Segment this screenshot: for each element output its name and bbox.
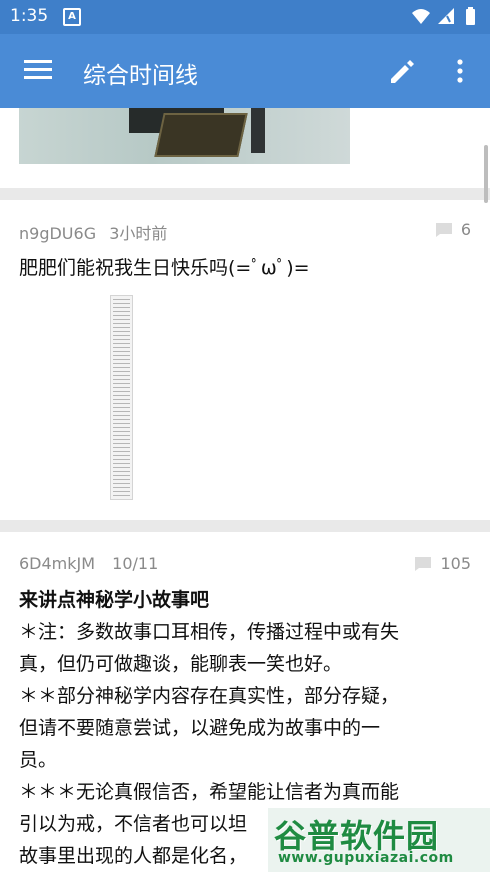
signal-icon (438, 8, 454, 24)
post-line: ＊＊部分神秘学内容存在真实性，部分存疑， (19, 685, 400, 707)
comment-icon (435, 222, 452, 237)
post-meta: n9gDU6G 3小时前 (19, 220, 167, 244)
status-time: 1:35 (10, 6, 49, 26)
post-title: 来讲点神秘学小故事吧 (19, 589, 210, 611)
post-time: 10/11 (112, 554, 159, 573)
edit-icon[interactable] (387, 55, 419, 87)
reply-count: 105 (414, 554, 471, 573)
reply-count-value: 105 (440, 554, 471, 573)
reply-count-value: 6 (460, 220, 471, 239)
divider (0, 188, 490, 200)
post-line: 员。 (19, 749, 58, 771)
reply-count: 6 (435, 220, 471, 239)
post-line: 但请不要随意尝试，以避免成为故事中的一 (19, 717, 381, 739)
divider (0, 520, 490, 532)
post-line: ＊注：多数故事口耳相传，传播过程中或有失 (19, 621, 400, 643)
status-bar: 1:35 A (0, 0, 490, 34)
wifi-icon (412, 9, 430, 24)
menu-icon[interactable] (24, 60, 52, 82)
status-icons (412, 7, 475, 25)
post-time: 3小时前 (109, 224, 168, 243)
notification-a-icon: A (63, 8, 81, 26)
post-line: ＊＊＊无论真假信否，希望能让信者为真而能 (19, 781, 400, 803)
timeline[interactable]: n9gDU6G 3小时前 6 肥肥们能祝我生日快乐吗(=ﾟωﾟ)= 6D4mkJ… (0, 108, 490, 872)
post-image-previous[interactable] (19, 108, 350, 164)
more-options-icon[interactable] (452, 55, 468, 87)
post-text: 肥肥们能祝我生日快乐吗(=ﾟωﾟ)= (19, 257, 310, 279)
post-image-document[interactable] (110, 295, 133, 500)
scrollbar[interactable] (484, 145, 488, 203)
comment-icon (415, 556, 432, 571)
post-line: 真，但仍可做趣谈，能聊表一笑也好。 (19, 653, 343, 675)
post-user-id[interactable]: n9gDU6G (19, 224, 96, 243)
post-meta: 6D4mkJM 10/11 (19, 554, 158, 573)
post-content[interactable]: 肥肥们能祝我生日快乐吗(=ﾟωﾟ)= (19, 252, 470, 284)
page-title: 综合时间线 (83, 63, 198, 89)
post-user-id[interactable]: 6D4mkJM (19, 554, 95, 573)
app-bar: 综合时间线 (0, 34, 490, 108)
battery-icon (466, 9, 475, 25)
watermark-url: www.gupuxiazai.com (278, 850, 454, 866)
watermark: 谷普软件园 www.gupuxiazai.com (268, 808, 490, 872)
